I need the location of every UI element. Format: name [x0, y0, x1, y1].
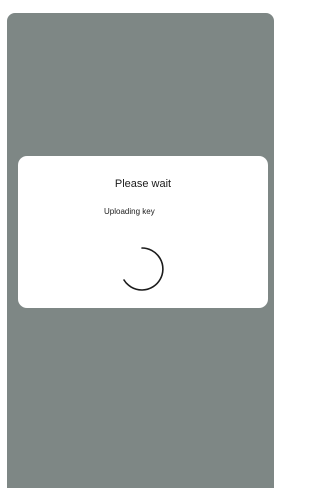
progress-spinner-icon	[123, 247, 164, 291]
modal-backdrop: Please wait Uploading key	[7, 13, 274, 488]
dialog-title: Please wait	[114, 178, 172, 190]
progress-dialog: Please wait Uploading key	[18, 156, 268, 308]
dialog-message: Uploading key	[104, 207, 155, 216]
